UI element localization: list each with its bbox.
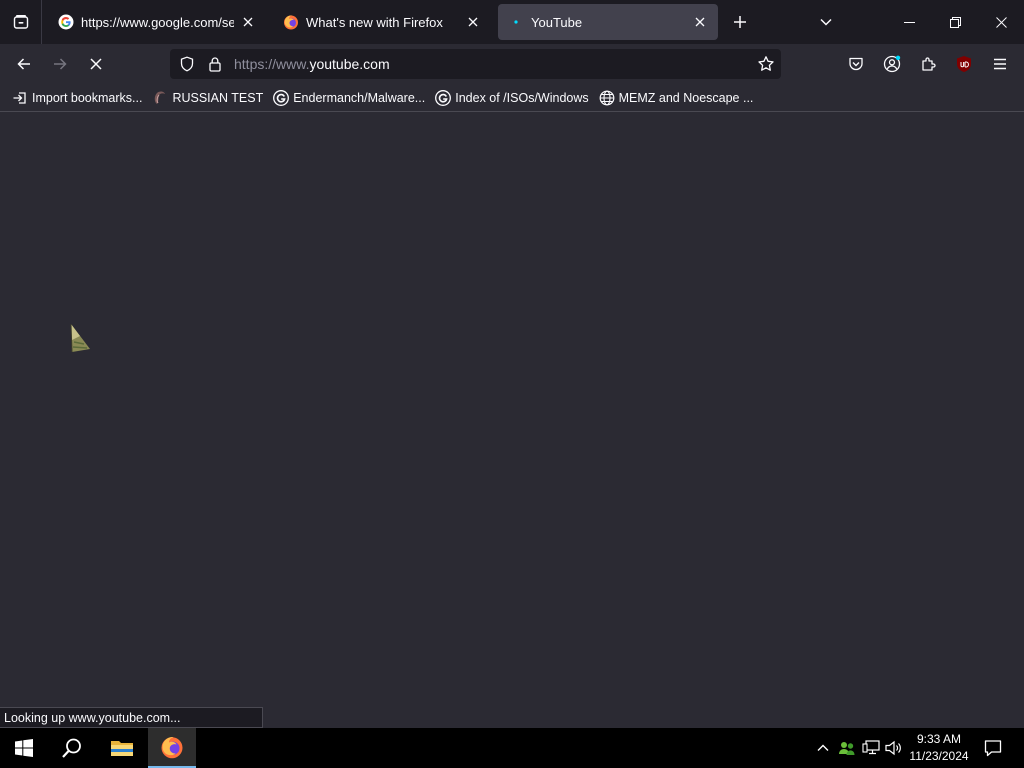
messenger-tray-button[interactable] xyxy=(836,728,858,768)
bookmark-import[interactable]: Import bookmarks... xyxy=(8,86,146,110)
bookmark-memz-noescape[interactable]: MEMZ and Noescape ... xyxy=(595,86,758,110)
url-domain: youtube.com xyxy=(309,56,390,72)
ublock-shield-icon xyxy=(957,56,971,72)
list-all-tabs-button[interactable] xyxy=(811,7,841,37)
google-g-icon xyxy=(435,89,452,106)
speaker-icon xyxy=(885,740,901,756)
tab-close-icon[interactable] xyxy=(692,14,708,30)
extensions-button[interactable] xyxy=(913,49,943,79)
close-window-button[interactable] xyxy=(978,0,1024,44)
firefox-taskbar-button[interactable] xyxy=(148,728,196,768)
show-hidden-icons-button[interactable] xyxy=(812,728,834,768)
stop-loading-button[interactable] xyxy=(80,48,112,80)
loading-dot-icon xyxy=(508,14,524,30)
page-content-area[interactable] xyxy=(0,112,1024,728)
puzzle-piece-icon xyxy=(922,57,936,71)
volume-tray-button[interactable] xyxy=(883,728,905,768)
windows-taskbar: 9:33 AM 11/23/2024 xyxy=(0,728,1024,768)
firefox-view-button[interactable] xyxy=(0,0,42,44)
pocket-icon xyxy=(849,57,863,71)
minimize-button[interactable] xyxy=(886,0,932,44)
address-bar[interactable]: https://www.youtube.com xyxy=(170,49,781,79)
status-panel: Looking up www.youtube.com... xyxy=(0,707,263,728)
bookmark-russian-test[interactable]: RUSSIAN TEST xyxy=(148,86,267,110)
globe-icon xyxy=(599,90,615,105)
url-text[interactable]: https://www.youtube.com xyxy=(234,56,390,72)
navigation-toolbar: https://www.youtube.com xyxy=(0,44,1024,84)
ublock-origin-button[interactable] xyxy=(949,49,979,79)
account-icon xyxy=(883,55,901,73)
tab-youtube[interactable]: YouTube xyxy=(498,4,718,40)
bookmarks-toolbar: Import bookmarks... RUSSIAN TEST Enderma… xyxy=(0,84,1024,112)
windows-logo-icon xyxy=(15,739,33,757)
tab-strip: https://www.google.com/search?q= What's … xyxy=(0,0,1024,44)
tracking-protection-shield-icon[interactable] xyxy=(178,55,196,73)
network-tray-button[interactable] xyxy=(860,728,882,768)
tab-whats-new-firefox[interactable]: What's new with Firefox xyxy=(273,4,491,40)
bookmark-index-isos[interactable]: Index of /ISOs/Windows xyxy=(431,86,592,110)
google-g-icon xyxy=(273,89,290,106)
url-prefix: https://www. xyxy=(234,56,310,72)
google-g-icon xyxy=(58,14,74,30)
notification-icon xyxy=(984,740,1002,757)
import-icon xyxy=(13,91,26,104)
plus-icon xyxy=(734,16,746,28)
chevron-down-icon xyxy=(820,18,832,26)
cursor-icon xyxy=(155,91,166,104)
search-icon xyxy=(62,738,81,758)
restore-icon xyxy=(949,16,961,28)
clock-time: 9:33 AM xyxy=(916,732,962,746)
tab-title: https://www.google.com/search?q= xyxy=(81,14,234,30)
new-tab-button[interactable] xyxy=(725,7,755,37)
firefox-view-icon xyxy=(13,15,28,29)
animated-cursor-icon xyxy=(68,322,92,354)
tab-close-icon[interactable] xyxy=(240,14,256,30)
back-button[interactable] xyxy=(8,48,40,80)
bookmark-label: Endermanch/Malware... xyxy=(293,90,426,105)
minimize-icon xyxy=(903,21,915,23)
firefox-icon xyxy=(283,14,299,30)
firefox-icon xyxy=(161,737,183,759)
stop-icon xyxy=(90,58,102,70)
search-button[interactable] xyxy=(48,728,96,768)
network-icon xyxy=(862,740,880,755)
close-icon xyxy=(995,16,1007,28)
lock-icon[interactable] xyxy=(206,55,224,73)
tab-google-search[interactable]: https://www.google.com/search?q= xyxy=(48,4,266,40)
pocket-button[interactable] xyxy=(841,49,871,79)
arrow-right-icon xyxy=(54,58,67,70)
hamburger-menu-icon xyxy=(994,58,1006,70)
clock-date: 11/23/2024 xyxy=(909,749,969,763)
action-center-button[interactable] xyxy=(978,728,1008,768)
bookmark-label: RUSSIAN TEST xyxy=(172,90,264,105)
open-menu-button[interactable] xyxy=(985,49,1015,79)
tab-close-icon[interactable] xyxy=(465,14,481,30)
bookmark-star-icon[interactable] xyxy=(757,55,775,73)
account-button[interactable] xyxy=(877,49,907,79)
bookmark-endermanch-malware[interactable]: Endermanch/Malware... xyxy=(269,86,429,110)
chevron-up-icon xyxy=(817,744,829,751)
bookmark-label: MEMZ and Noescape ... xyxy=(618,90,754,105)
folder-icon xyxy=(111,741,133,756)
start-button[interactable] xyxy=(0,728,48,768)
bookmark-label: Index of /ISOs/Windows xyxy=(455,90,589,105)
restore-button[interactable] xyxy=(932,0,978,44)
tab-title: What's new with Firefox xyxy=(306,14,443,30)
people-icon xyxy=(839,742,855,755)
file-explorer-button[interactable] xyxy=(98,728,146,768)
tab-title: YouTube xyxy=(531,14,583,30)
taskbar-clock[interactable]: 9:33 AM 11/23/2024 xyxy=(905,730,973,766)
bookmark-label: Import bookmarks... xyxy=(32,90,143,105)
arrow-left-icon xyxy=(17,58,30,70)
forward-button[interactable] xyxy=(44,48,76,80)
